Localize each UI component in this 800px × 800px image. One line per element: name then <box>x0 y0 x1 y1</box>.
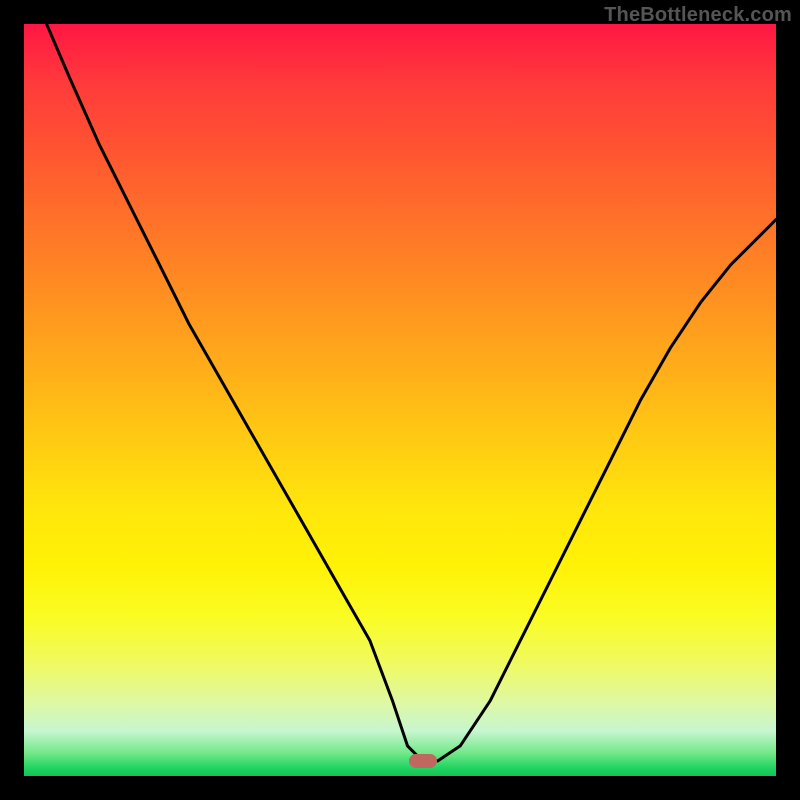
watermark-text: TheBottleneck.com <box>604 4 792 27</box>
bottleneck-curve <box>24 24 776 776</box>
minimum-marker <box>409 754 437 768</box>
plot-area <box>24 24 776 776</box>
chart-container: TheBottleneck.com <box>0 0 800 800</box>
